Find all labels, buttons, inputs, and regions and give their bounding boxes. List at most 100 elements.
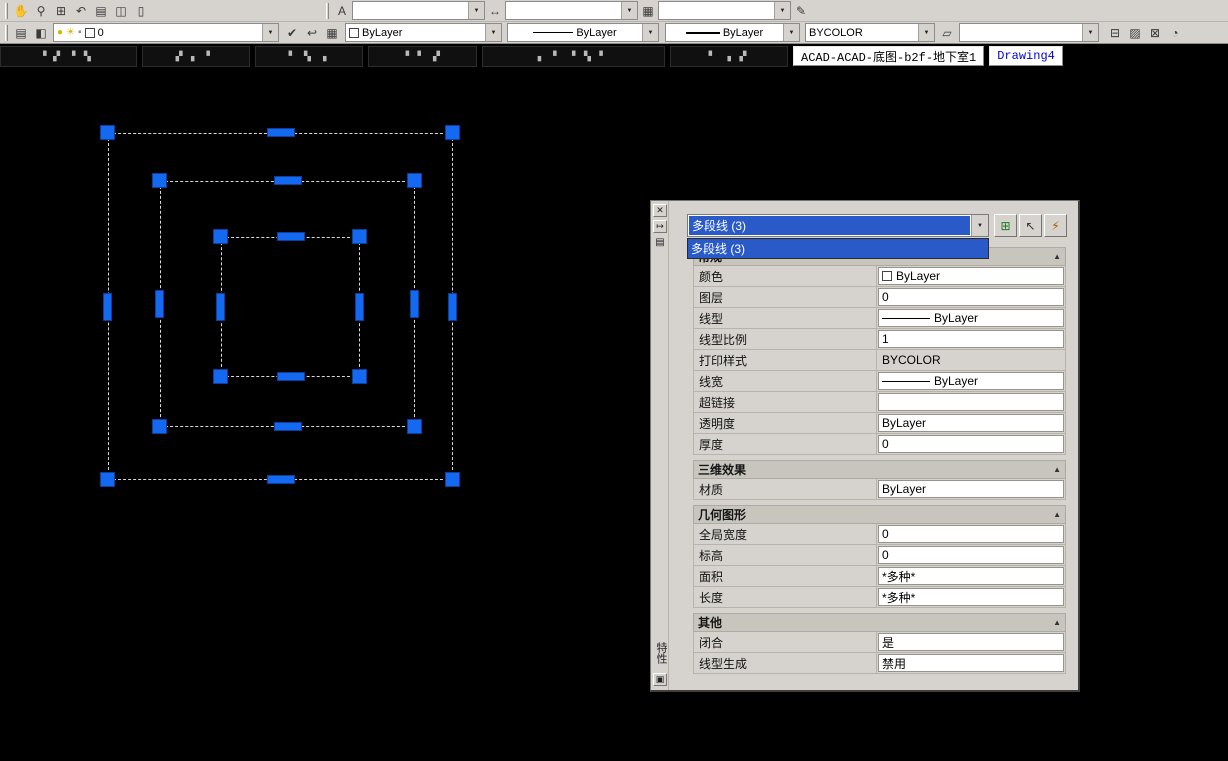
toggle-pickadd-button[interactable]: ⊞ [994,214,1017,237]
toolbar-drag-handle[interactable] [5,2,8,19]
grip-corner[interactable] [445,125,460,140]
collapse-icon[interactable]: ▲ [1053,465,1061,474]
chevron-down-icon[interactable]: ▼ [971,215,988,236]
docked-toolbar-segment-2[interactable]: ▞ ▖ ▘ [142,45,250,67]
property-value-box[interactable]: 禁用 [878,654,1064,672]
category-header[interactable]: 其他 ▲ [693,613,1066,632]
docked-toolbar-segment-3[interactable]: ▘ ▚ ▗ [255,45,363,67]
grip-corner[interactable] [445,472,460,487]
layer-filter-icon[interactable]: ◧ [31,23,51,42]
property-value-box[interactable]: ByLayer [878,267,1064,285]
designcenter-icon[interactable]: ◫ [111,1,131,20]
property-value[interactable]: 禁用 [877,653,1065,673]
toolbar-drag-handle[interactable] [5,24,8,41]
property-value[interactable]: 0 [877,287,1065,307]
dim-style-icon[interactable]: ↔ [485,1,505,20]
grip-corner[interactable] [152,419,167,434]
property-value[interactable]: ByLayer [877,308,1065,328]
grip-midpoint[interactable] [410,290,419,318]
property-value[interactable]: ByLayer [877,413,1065,433]
property-value[interactable]: 0 [877,434,1065,454]
plot-style-icon[interactable]: ▱ [937,23,957,42]
property-value[interactable]: ByLayer [877,479,1065,499]
toolbar-extra-icon-2[interactable]: ▨ [1125,23,1145,42]
property-value-box[interactable]: 0 [878,435,1064,453]
grip-corner[interactable] [407,419,422,434]
grip-corner[interactable] [352,229,367,244]
property-value-box[interactable]: 0 [878,288,1064,306]
chevron-down-icon[interactable]: ▼ [642,24,658,41]
property-value[interactable]: BYCOLOR [877,350,1065,370]
property-value[interactable]: 1 [877,329,1065,349]
property-value[interactable]: ByLayer [877,266,1065,286]
palette-menu-icon[interactable]: ▤ [653,236,667,249]
style-combo-1[interactable]: ▼ [352,1,485,20]
chevron-down-icon[interactable]: ▼ [468,2,484,19]
object-color-combo[interactable]: ByLayer ▼ [345,23,502,42]
collapse-icon[interactable]: ▲ [1053,510,1061,519]
property-value-box[interactable]: ByLayer [878,480,1064,498]
palette-titlebar[interactable]: ✕ ↦ ▤ 特性 ▣ [651,201,669,690]
grip-midpoint[interactable] [276,372,305,381]
grip-corner[interactable] [100,472,115,487]
docked-toolbar-segment-4[interactable]: ▝ ▘ ▞ [368,45,477,67]
property-value-box[interactable]: 0 [878,546,1064,564]
layer-properties-manager-icon[interactable]: ▤ [11,23,31,42]
text-style-icon[interactable]: A [332,1,352,20]
pan-icon[interactable]: ✋ [11,1,31,20]
property-value-box[interactable]: 1 [878,330,1064,348]
toolbar-drag-handle[interactable] [326,2,329,19]
chevron-down-icon[interactable]: ▼ [262,24,278,41]
drawing-tab-2[interactable]: Drawing4 [989,46,1063,66]
tool-palettes-icon[interactable]: ▯ [131,1,151,20]
toolbar-extra-icon-3[interactable]: ⊠ [1145,23,1165,42]
property-value[interactable] [877,392,1065,412]
grip-corner[interactable] [213,229,228,244]
grip-midpoint[interactable] [355,293,364,321]
chevron-down-icon[interactable]: ▼ [621,2,637,19]
collapse-icon[interactable]: ▲ [1053,252,1061,261]
grip-midpoint[interactable] [266,475,295,484]
chevron-down-icon[interactable]: ▼ [783,24,799,41]
property-value-box[interactable]: *多种* [878,588,1064,606]
property-value-box[interactable]: ByLayer [878,372,1064,390]
grip-corner[interactable] [100,125,115,140]
layer-states-icon[interactable]: ▦ [322,23,342,42]
grip-midpoint[interactable] [266,128,295,137]
selected-polyline[interactable] [221,237,360,377]
property-value-box[interactable]: ByLayer [878,309,1064,327]
style-combo-3[interactable]: ▼ [658,1,791,20]
select-objects-button[interactable]: ↖ [1019,214,1042,237]
autohide-icon[interactable]: ↦ [653,220,667,233]
chevron-down-icon[interactable]: ▼ [485,24,501,41]
property-value-box[interactable]: 0 [878,525,1064,543]
grip-midpoint[interactable] [273,422,302,431]
property-value[interactable]: 0 [877,545,1065,565]
zoom-realtime-icon[interactable]: ⚲ [31,1,51,20]
chevron-down-icon[interactable]: ▼ [1082,24,1098,41]
zoom-previous-icon[interactable]: ↶ [71,1,91,20]
properties-icon[interactable]: ▤ [91,1,111,20]
grip-corner[interactable] [213,369,228,384]
docked-toolbar-segment-1[interactable]: ▘▞ ▝ ▚ [0,45,137,67]
category-header[interactable]: 三维效果 ▲ [693,460,1066,479]
grip-midpoint[interactable] [103,292,112,321]
toolbar-extra-icon-1[interactable]: ⊟ [1105,23,1125,42]
docked-toolbar-segment-6[interactable]: ▘ ▗ ▞ [670,45,788,67]
grip-corner[interactable] [152,173,167,188]
dropdown-item[interactable]: 多段线 (3) [688,239,988,258]
property-value[interactable]: ByLayer [877,371,1065,391]
grip-midpoint[interactable] [216,293,225,321]
style-manager-icon[interactable]: ✎ [791,1,811,20]
chevron-down-icon[interactable]: ▼ [774,2,790,19]
collapse-icon[interactable]: ▲ [1053,618,1061,627]
layer-combo[interactable]: ● ☀ ▪ 0 ▼ [53,23,279,42]
grip-midpoint[interactable] [155,290,164,318]
docked-toolbar-segment-5[interactable]: ▖ ▘ ▝ ▚ ▘ [482,45,665,67]
category-header[interactable]: 几何图形 ▲ [693,505,1066,524]
property-value[interactable]: *多种* [877,566,1065,586]
property-value[interactable]: *多种* [877,587,1065,607]
selection-combo[interactable]: 多段线 (3) ▼ [687,214,989,237]
style-combo-2[interactable]: ▼ [505,1,638,20]
drawing-tab-1[interactable]: ACAD-ACAD-底图-b2f-地下室1 [793,46,985,66]
